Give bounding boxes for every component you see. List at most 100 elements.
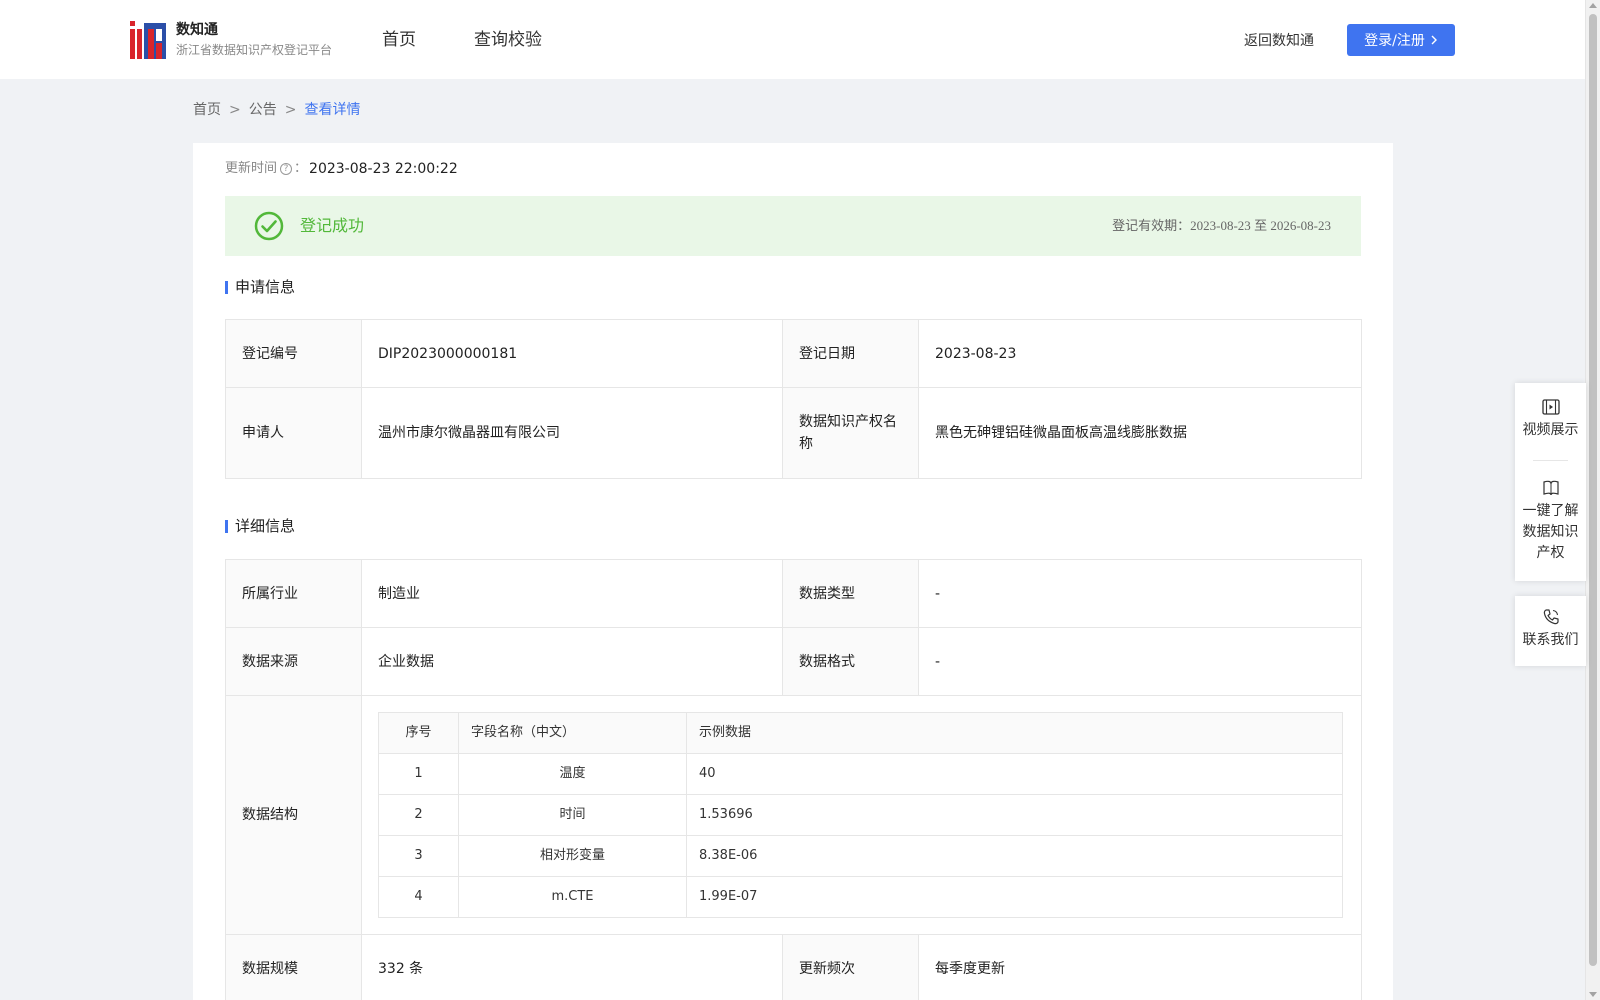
nav-home[interactable]: 首页: [382, 28, 416, 52]
validity-label: 登记有效期：: [1112, 219, 1191, 234]
chevron-right-icon: [1431, 35, 1437, 45]
structure-field: 时间: [458, 794, 687, 836]
structure-header-example: 示例数据: [686, 712, 1343, 754]
data-format-value: -: [918, 627, 1362, 696]
brand-name: 数知通: [176, 22, 218, 38]
data-structure-label: 数据结构: [225, 695, 362, 935]
table-row: 登记编号 DIP2023000000181 登记日期 2023-08-23: [225, 319, 1362, 388]
book-icon: [1542, 480, 1559, 496]
login-register-label: 登录/注册: [1364, 33, 1425, 49]
validity-to: 至: [1254, 219, 1268, 234]
table-row: 3 相对形变量 8.38E-06: [378, 835, 1343, 877]
update-frequency-label: 更新频次: [782, 934, 919, 1000]
structure-header-row: 序号 字段名称（中文） 示例数据: [378, 712, 1343, 754]
back-to-shuzhitong-link[interactable]: 返回数知通: [1244, 31, 1314, 51]
table-row: 数据来源 企业数据 数据格式 -: [225, 627, 1362, 696]
contact-us-label: 联系我们: [1522, 632, 1579, 648]
data-source-label: 数据来源: [225, 627, 362, 696]
breadcrumb-current: 查看详情: [304, 102, 361, 118]
section-title-application: 申请信息: [225, 277, 295, 297]
floating-contact-panel: 联系我们: [1515, 596, 1586, 666]
breadcrumb-separator: >: [229, 102, 241, 118]
section-title-details: 详细信息: [225, 516, 295, 536]
table-row: 2 时间 1.53696: [378, 794, 1343, 836]
structure-no: 1: [378, 753, 459, 795]
update-time-row: 更新时间 ? ： 2023-08-23 22:00:22: [225, 159, 458, 179]
structure-field: m.CTE: [458, 876, 687, 918]
learn-data-ip-button[interactable]: 一键了解 数据知识 产权: [1515, 478, 1586, 564]
learn-line-1: 一键了解: [1522, 503, 1579, 519]
reg-date-value: 2023-08-23: [918, 319, 1362, 388]
data-scale-value: 332 条: [361, 934, 783, 1000]
floating-help-panel: 视频展示 一键了解 数据知识 产权: [1515, 383, 1586, 581]
reg-date-label: 登记日期: [782, 319, 919, 388]
detail-info-table: 所属行业 制造业 数据类型 - 数据来源 企业数据 数据格式 - 数据结构 序号…: [225, 559, 1362, 1000]
video-icon: [1541, 399, 1560, 415]
page-scrollbar[interactable]: [1585, 0, 1600, 1000]
structure-header-no: 序号: [378, 712, 459, 754]
brand-logo-icon[interactable]: [130, 21, 166, 59]
table-row: 数据规模 332 条 更新频次 每季度更新: [225, 934, 1362, 1000]
table-row: 1 温度 40: [378, 753, 1343, 795]
top-header: 数知通 浙江省数据知识产权登记平台 首页 查询校验 返回数知通 登录/注册: [0, 0, 1585, 79]
status-text: 登记成功: [300, 216, 365, 235]
video-showcase-label: 视频展示: [1522, 422, 1579, 438]
industry-value: 制造业: [361, 559, 783, 628]
table-row: 所属行业 制造业 数据类型 -: [225, 559, 1362, 628]
learn-line-3: 产权: [1536, 545, 1565, 561]
nav-query-verify[interactable]: 查询校验: [474, 28, 542, 52]
structure-example: 1.53696: [686, 794, 1343, 836]
data-scale-label: 数据规模: [225, 934, 362, 1000]
applicant-label: 申请人: [225, 387, 362, 479]
data-format-label: 数据格式: [782, 627, 919, 696]
reg-no-label: 登记编号: [225, 319, 362, 388]
learn-line-2: 数据知识: [1522, 524, 1579, 540]
question-circle-icon[interactable]: ?: [280, 163, 293, 175]
validity-end: 2026-08-23: [1270, 218, 1331, 233]
structure-example: 1.99E-07: [686, 876, 1343, 918]
structure-no: 2: [378, 794, 459, 836]
scroll-up-icon[interactable]: [1589, 3, 1597, 8]
structure-field: 相对形变量: [458, 835, 687, 877]
brand-subtitle: 浙江省数据知识产权登记平台: [176, 43, 333, 57]
structure-header-field: 字段名称（中文）: [458, 712, 687, 754]
table-row: 数据结构 序号 字段名称（中文） 示例数据 1 温度 40 2 时间 1.536…: [225, 695, 1362, 935]
ip-name-value: 黑色无砷锂铝硅微晶面板高温线膨胀数据: [918, 387, 1362, 479]
divider: [1533, 460, 1568, 461]
data-structure-table: 序号 字段名称（中文） 示例数据 1 温度 40 2 时间 1.53696 3 …: [378, 712, 1343, 918]
table-row: 申请人 温州市康尔微晶器皿有限公司 数据知识产权名称 黑色无砷锂铝硅微晶面板高温…: [225, 387, 1362, 479]
reg-no-value: DIP2023000000181: [361, 319, 783, 388]
breadcrumb-announcement[interactable]: 公告: [249, 100, 277, 120]
data-type-value: -: [918, 559, 1362, 628]
update-time-label: 更新时间: [225, 161, 278, 176]
breadcrumb: 首页 > 公告 > 查看详情: [193, 100, 360, 120]
registration-status-banner: 登记成功 登记有效期：2023-08-23 至 2026-08-23: [225, 196, 1361, 256]
table-row: 4 m.CTE 1.99E-07: [378, 876, 1343, 918]
check-circle-icon: [254, 211, 284, 241]
data-source-value: 企业数据: [361, 627, 783, 696]
breadcrumb-separator: >: [284, 102, 297, 118]
structure-no: 4: [378, 876, 459, 918]
contact-us-button[interactable]: 联系我们: [1515, 607, 1586, 651]
detail-card: 更新时间 ? ： 2023-08-23 22:00:22 登记成功 登记有效期：…: [193, 143, 1393, 1000]
data-type-label: 数据类型: [782, 559, 919, 628]
breadcrumb-home[interactable]: 首页: [193, 100, 221, 120]
update-frequency-value: 每季度更新: [918, 934, 1362, 1000]
structure-no: 3: [378, 835, 459, 877]
scroll-down-icon[interactable]: [1589, 992, 1597, 997]
data-structure-cell: 序号 字段名称（中文） 示例数据 1 温度 40 2 时间 1.53696 3 …: [361, 695, 1362, 935]
structure-example: 8.38E-06: [686, 835, 1343, 877]
validity-start: 2023-08-23: [1190, 218, 1251, 233]
applicant-value: 温州市康尔微晶器皿有限公司: [361, 387, 783, 479]
phone-icon: [1543, 609, 1559, 625]
video-showcase-button[interactable]: 视频展示: [1515, 397, 1586, 441]
update-time-value: 2023-08-23 22:00:22: [309, 161, 458, 177]
scroll-thumb[interactable]: [1589, 14, 1597, 966]
update-time-colon: ：: [294, 161, 308, 176]
ip-name-label: 数据知识产权名称: [782, 387, 919, 479]
structure-field: 温度: [458, 753, 687, 795]
login-register-button[interactable]: 登录/注册: [1347, 24, 1455, 56]
validity-period: 登记有效期：2023-08-23 至 2026-08-23: [1112, 216, 1331, 237]
structure-example: 40: [686, 753, 1343, 795]
industry-label: 所属行业: [225, 559, 362, 628]
